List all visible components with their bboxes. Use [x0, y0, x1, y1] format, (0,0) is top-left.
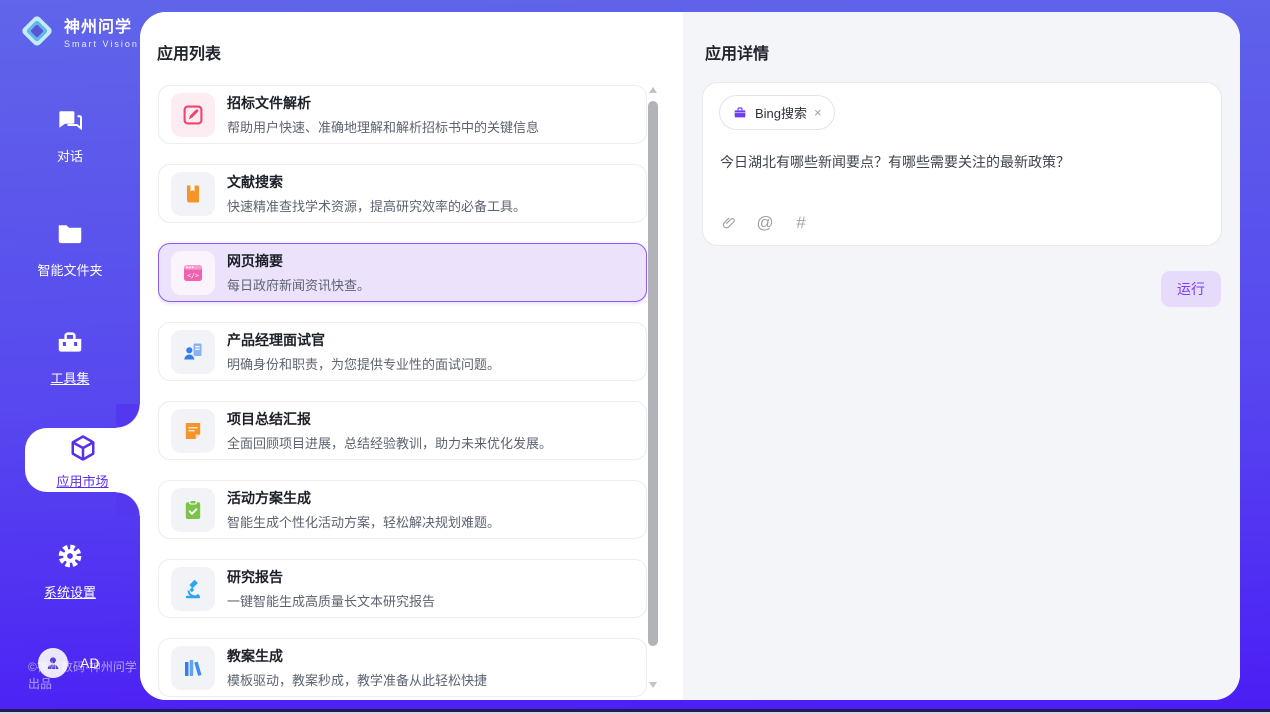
app-card-desc: 快速精准查找学术资源，提高研究效率的必备工具。 [227, 196, 526, 215]
main-content: 应用列表 招标文件解析帮助用户快速、准确地理解和解析招标书中的关键信息文献搜索快… [140, 12, 1240, 700]
interview-icon [171, 330, 215, 374]
sidebar-item-label: 系统设置 [0, 582, 140, 601]
scrollbar[interactable] [648, 85, 658, 690]
app-card-产品经理面试官[interactable]: 产品经理面试官明确身份和职责，为您提供专业性的面试问题。 [158, 322, 647, 381]
brand-subtitle: Smart Vision [64, 39, 139, 49]
app-card-desc: 智能生成个性化活动方案，轻松解决规划难题。 [227, 512, 500, 531]
app-card-title: 教案生成 [227, 646, 487, 666]
toolbox-icon [55, 327, 85, 357]
folder-icon [55, 219, 85, 249]
app-detail-panel: 应用详情 Bing搜索 × 今日湖北有哪些新闻要点？有哪些需要关注的最新政策？ [683, 12, 1240, 700]
book-icon [171, 172, 215, 216]
app-card-title: 文献搜索 [227, 172, 526, 192]
app-card-title: 网页摘要 [227, 251, 370, 271]
app-card-list: 招标文件解析帮助用户快速、准确地理解和解析招标书中的关键信息文献搜索快速精准查找… [158, 85, 647, 700]
app-card-desc: 帮助用户快速、准确地理解和解析招标书中的关键信息 [227, 117, 539, 136]
app-card-title: 招标文件解析 [227, 93, 539, 113]
app-list-panel: 应用列表 招标文件解析帮助用户快速、准确地理解和解析招标书中的关键信息文献搜索快… [140, 12, 683, 700]
app-card-desc: 明确身份和职责，为您提供专业性的面试问题。 [227, 354, 500, 373]
app-card-title: 活动方案生成 [227, 488, 500, 508]
footer-credit: ©神州数码·神州问学出品 [28, 658, 140, 692]
app-card-desc: 模板驱动，教案秒成，教学准备从此轻松快捷 [227, 670, 487, 689]
sidebar-item-智能文件夹[interactable]: 智能文件夹 [0, 219, 140, 279]
tool-chip-label: Bing搜索 [755, 103, 807, 122]
chip-close-icon[interactable]: × [814, 106, 822, 119]
microscope-icon [171, 567, 215, 611]
sidebar: 神州问学 Smart Vision 对话智能文件夹工具集应用市场系统设置 AD … [0, 0, 140, 710]
app-card-desc: 一键智能生成高质量长文本研究报告 [227, 591, 435, 610]
scroll-down-arrow-icon[interactable] [649, 682, 657, 688]
sidebar-item-label: 工具集 [0, 368, 140, 387]
app-card-title: 研究报告 [227, 567, 435, 587]
app-card-文献搜索[interactable]: 文献搜索快速精准查找学术资源，提高研究效率的必备工具。 [158, 164, 647, 223]
clipboard-check-icon [171, 488, 215, 532]
app-card-title: 项目总结汇报 [227, 409, 552, 429]
gear-icon [55, 541, 85, 571]
chat-icon [55, 105, 85, 135]
prompt-input-card[interactable]: Bing搜索 × 今日湖北有哪些新闻要点？有哪些需要关注的最新政策？ @ # [702, 82, 1222, 246]
scroll-up-arrow-icon[interactable] [649, 87, 657, 93]
scrollbar-thumb[interactable] [648, 101, 658, 646]
sidebar-item-label: 智能文件夹 [0, 260, 140, 279]
mention-icon[interactable]: @ [756, 214, 774, 232]
browser-code-icon: </> [171, 251, 215, 295]
app-card-title: 产品经理面试官 [227, 330, 500, 350]
composer-toolbar: @ # [720, 214, 810, 232]
query-text[interactable]: 今日湖北有哪些新闻要点？有哪些需要关注的最新政策？ [720, 152, 1205, 172]
app-card-desc: 每日政府新闻资讯快查。 [227, 275, 370, 294]
sidebar-item-工具集[interactable]: 工具集 [0, 327, 140, 387]
app-list-title: 应用列表 [157, 40, 221, 64]
app-card-招标文件解析[interactable]: 招标文件解析帮助用户快速、准确地理解和解析招标书中的关键信息 [158, 85, 647, 144]
app-detail-title: 应用详情 [705, 40, 769, 64]
app-window: 神州问学 Smart Vision 对话智能文件夹工具集应用市场系统设置 AD … [0, 0, 1270, 714]
brand-name: 神州问学 [64, 13, 139, 37]
app-card-研究报告[interactable]: 研究报告一键智能生成高质量长文本研究报告 [158, 559, 647, 618]
cube-icon [68, 433, 98, 463]
tool-chip-bing-search[interactable]: Bing搜索 × [719, 95, 835, 130]
pen-square-icon [171, 93, 215, 137]
briefcase-icon [732, 105, 748, 121]
hash-icon[interactable]: # [792, 214, 810, 232]
run-button[interactable]: 运行 [1161, 271, 1221, 307]
app-card-网页摘要[interactable]: </> 网页摘要每日政府新闻资讯快查。 [158, 243, 647, 302]
brand-logo: 神州问学 Smart Vision [18, 12, 139, 50]
sidebar-item-label: 对话 [0, 146, 140, 165]
sidebar-item-应用市场[interactable]: 应用市场 [25, 428, 140, 492]
app-card-desc: 全面回顾项目进展，总结经验教训，助力未来优化发展。 [227, 433, 552, 452]
app-card-活动方案生成[interactable]: 活动方案生成智能生成个性化活动方案，轻松解决规划难题。 [158, 480, 647, 539]
app-card-教案生成[interactable]: 教案生成模板驱动，教案秒成，教学准备从此轻松快捷 [158, 638, 647, 697]
sidebar-item-label: 应用市场 [25, 471, 140, 490]
svg-text:</>: </> [187, 271, 199, 279]
app-card-项目总结汇报[interactable]: 项目总结汇报全面回顾项目进展，总结经验教训，助力未来优化发展。 [158, 401, 647, 460]
tab-fillet-bottom [116, 492, 140, 516]
sidebar-item-系统设置[interactable]: 系统设置 [0, 541, 140, 601]
sidebar-item-对话[interactable]: 对话 [0, 105, 140, 165]
books-icon [171, 646, 215, 690]
paperclip-icon[interactable] [720, 214, 738, 232]
diamond-logo-icon [18, 12, 56, 50]
note-icon [171, 409, 215, 453]
tab-fillet-top [116, 404, 140, 428]
